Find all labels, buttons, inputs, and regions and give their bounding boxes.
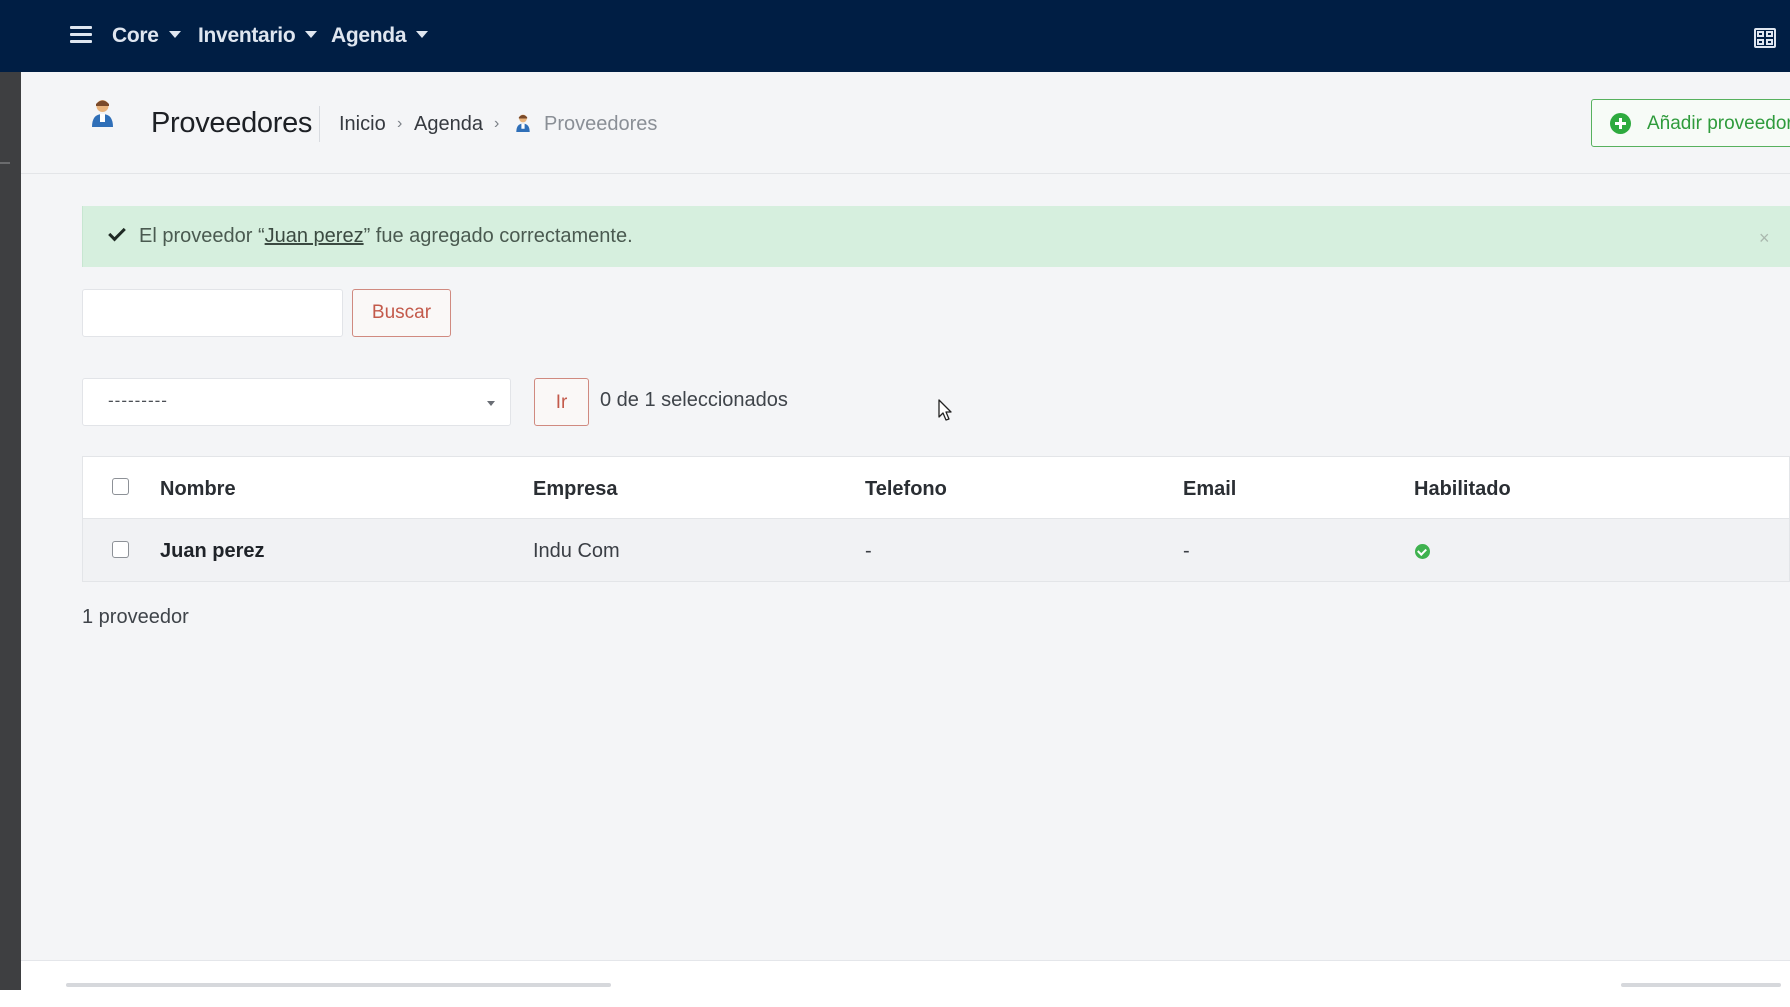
dropdown-arrow-icon (487, 401, 495, 406)
cell-empresa: Indu Com (533, 540, 620, 562)
column-header-habilitado[interactable]: Habilitado (1414, 478, 1511, 501)
close-icon[interactable]: × (1759, 228, 1770, 249)
breadcrumb-inicio[interactable]: Inicio (339, 113, 386, 136)
select-all-checkbox[interactable] (112, 478, 129, 495)
top-navbar: Core Inventario Agenda (0, 0, 1790, 72)
table-header: Nombre Empresa Telefono Email Habilitado (83, 457, 1789, 519)
suppliers-table: Nombre Empresa Telefono Email Habilitado… (82, 456, 1790, 582)
table-row: Juan perez Indu Com - - (83, 519, 1789, 581)
column-header-empresa[interactable]: Empresa (533, 478, 618, 501)
sidebar-collapsed (0, 72, 21, 990)
nav-menu-inventario-label: Inventario (198, 24, 296, 47)
caret-down-icon (416, 30, 429, 38)
selection-counter: 0 de 1 seleccionados (600, 389, 788, 411)
alert-message: El proveedor “Juan perez” fue agregado c… (139, 225, 633, 248)
bottom-strip (0, 990, 1790, 1007)
cell-nombre[interactable]: Juan perez (160, 540, 264, 563)
page-footer (21, 960, 1790, 990)
search-input[interactable] (82, 289, 343, 337)
mouse-pointer-icon (938, 399, 952, 421)
supplier-user-icon (516, 114, 530, 132)
row-select-checkbox[interactable] (112, 541, 129, 558)
nav-menu-agenda[interactable]: Agenda (331, 24, 429, 48)
bulk-action-select[interactable]: --------- (82, 378, 511, 426)
page-header: Proveedores Inicio › Agenda › Proveedore… (21, 72, 1790, 174)
cell-telefono: - (865, 540, 872, 562)
alert-suffix: ” fue agregado correctamente. (363, 225, 633, 247)
go-button[interactable]: Ir (534, 378, 589, 426)
breadcrumb-agenda[interactable]: Agenda (414, 113, 483, 136)
nav-menu-core[interactable]: Core (112, 24, 181, 48)
cell-email: - (1183, 540, 1190, 562)
nav-menu-inventario[interactable]: Inventario (198, 24, 318, 48)
column-header-nombre[interactable]: Nombre (160, 478, 236, 501)
apps-grid-icon[interactable] (1754, 28, 1776, 48)
search-button[interactable]: Buscar (352, 289, 451, 337)
breadcrumb-separator: › (397, 115, 403, 132)
page-title: Proveedores (151, 107, 313, 139)
results-total: 1 proveedor (82, 606, 189, 628)
breadcrumb-current: Proveedores (544, 113, 658, 135)
header-divider (319, 106, 320, 142)
enabled-check-icon (1415, 544, 1430, 559)
caret-down-icon (168, 30, 181, 38)
bulk-action-selected-value: --------- (108, 391, 168, 410)
success-alert: El proveedor “Juan perez” fue agregado c… (82, 206, 1790, 267)
add-supplier-button[interactable]: Añadir proveedor (1591, 99, 1790, 147)
nav-menu-agenda-label: Agenda (331, 24, 407, 47)
column-header-email[interactable]: Email (1183, 478, 1236, 501)
nav-menu-core-label: Core (112, 24, 159, 47)
supplier-user-icon (92, 100, 113, 127)
caret-down-icon (305, 30, 318, 38)
alert-supplier-link[interactable]: Juan perez (265, 225, 364, 247)
plus-circle-icon (1610, 113, 1631, 134)
checkmark-icon (108, 223, 126, 242)
hamburger-menu-icon[interactable] (70, 26, 92, 44)
column-header-telefono[interactable]: Telefono (865, 478, 947, 501)
breadcrumb-separator: › (494, 115, 500, 132)
alert-prefix: El proveedor “ (139, 225, 265, 247)
add-supplier-label: Añadir proveedor (1647, 113, 1790, 134)
